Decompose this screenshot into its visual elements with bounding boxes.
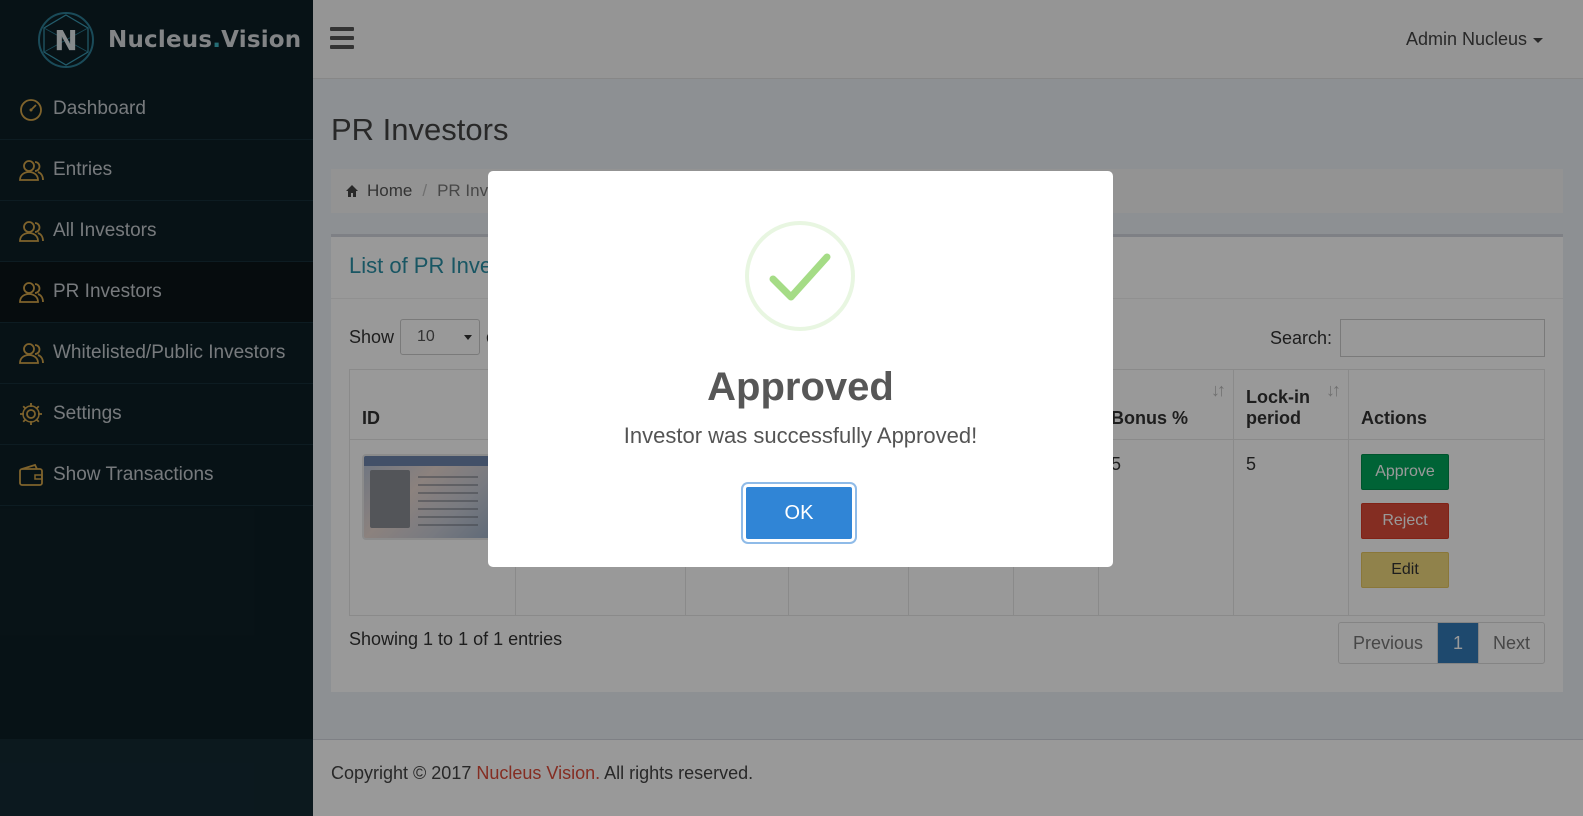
ok-button[interactable]: OK [743,484,855,542]
success-dialog: Approved Investor was successfully Appro… [488,171,1113,567]
success-check-icon [745,221,855,331]
dialog-message: Investor was successfully Approved! [623,423,978,448]
dialog-title: Approved [707,365,894,409]
